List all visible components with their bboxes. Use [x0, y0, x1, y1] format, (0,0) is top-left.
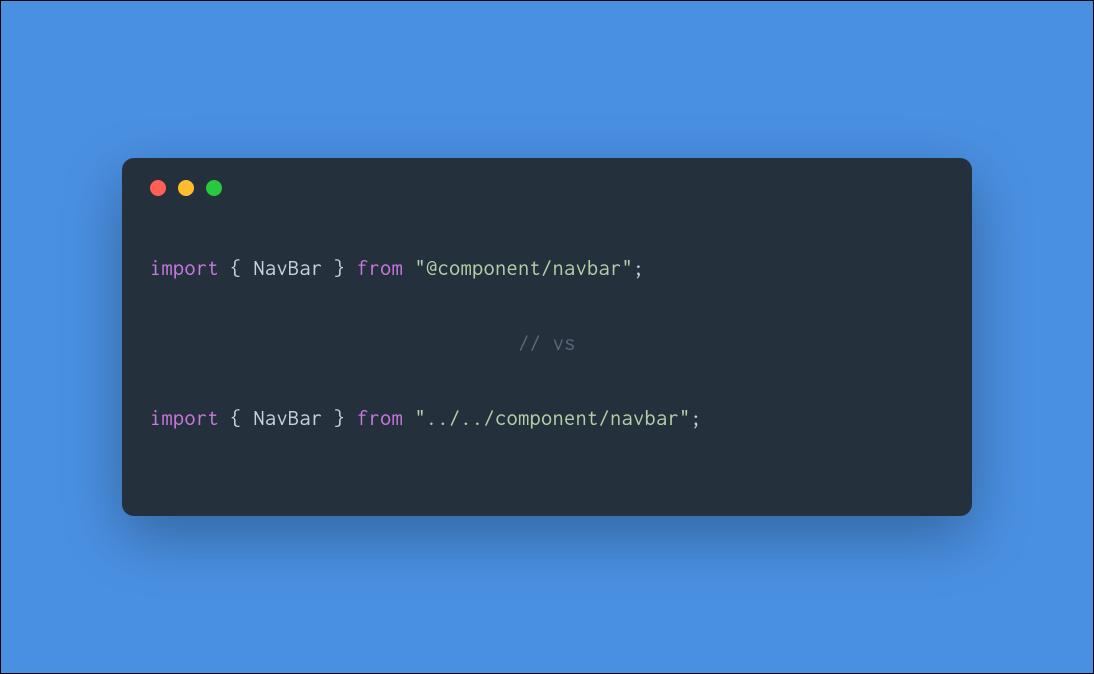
comment-line: // vs: [150, 286, 944, 401]
import-path-string: "@component/navbar": [415, 257, 634, 280]
identifier-navbar: NavBar: [254, 257, 323, 280]
maximize-icon[interactable]: [206, 180, 222, 196]
close-brace: }: [323, 257, 358, 280]
space: [403, 407, 415, 430]
import-path-string: "../../component/navbar": [415, 407, 691, 430]
close-icon[interactable]: [150, 180, 166, 196]
import-keyword: import: [150, 257, 219, 280]
code-editor-window: import { NavBar } from "@component/navba…: [122, 158, 972, 517]
open-brace: {: [219, 257, 254, 280]
from-keyword: from: [357, 257, 403, 280]
comment-vs: // vs: [518, 332, 576, 355]
identifier-navbar: NavBar: [254, 407, 323, 430]
code-area: import { NavBar } from "@component/navba…: [122, 196, 972, 437]
semicolon: ;: [691, 407, 703, 430]
code-line-2: import { NavBar } from "../../component/…: [150, 401, 944, 436]
import-keyword: import: [150, 407, 219, 430]
semicolon: ;: [633, 257, 645, 280]
code-line-1: import { NavBar } from "@component/navba…: [150, 251, 944, 286]
window-title-bar: [122, 158, 972, 196]
minimize-icon[interactable]: [178, 180, 194, 196]
open-brace: {: [219, 407, 254, 430]
close-brace: }: [323, 407, 358, 430]
from-keyword: from: [357, 407, 403, 430]
space: [403, 257, 415, 280]
